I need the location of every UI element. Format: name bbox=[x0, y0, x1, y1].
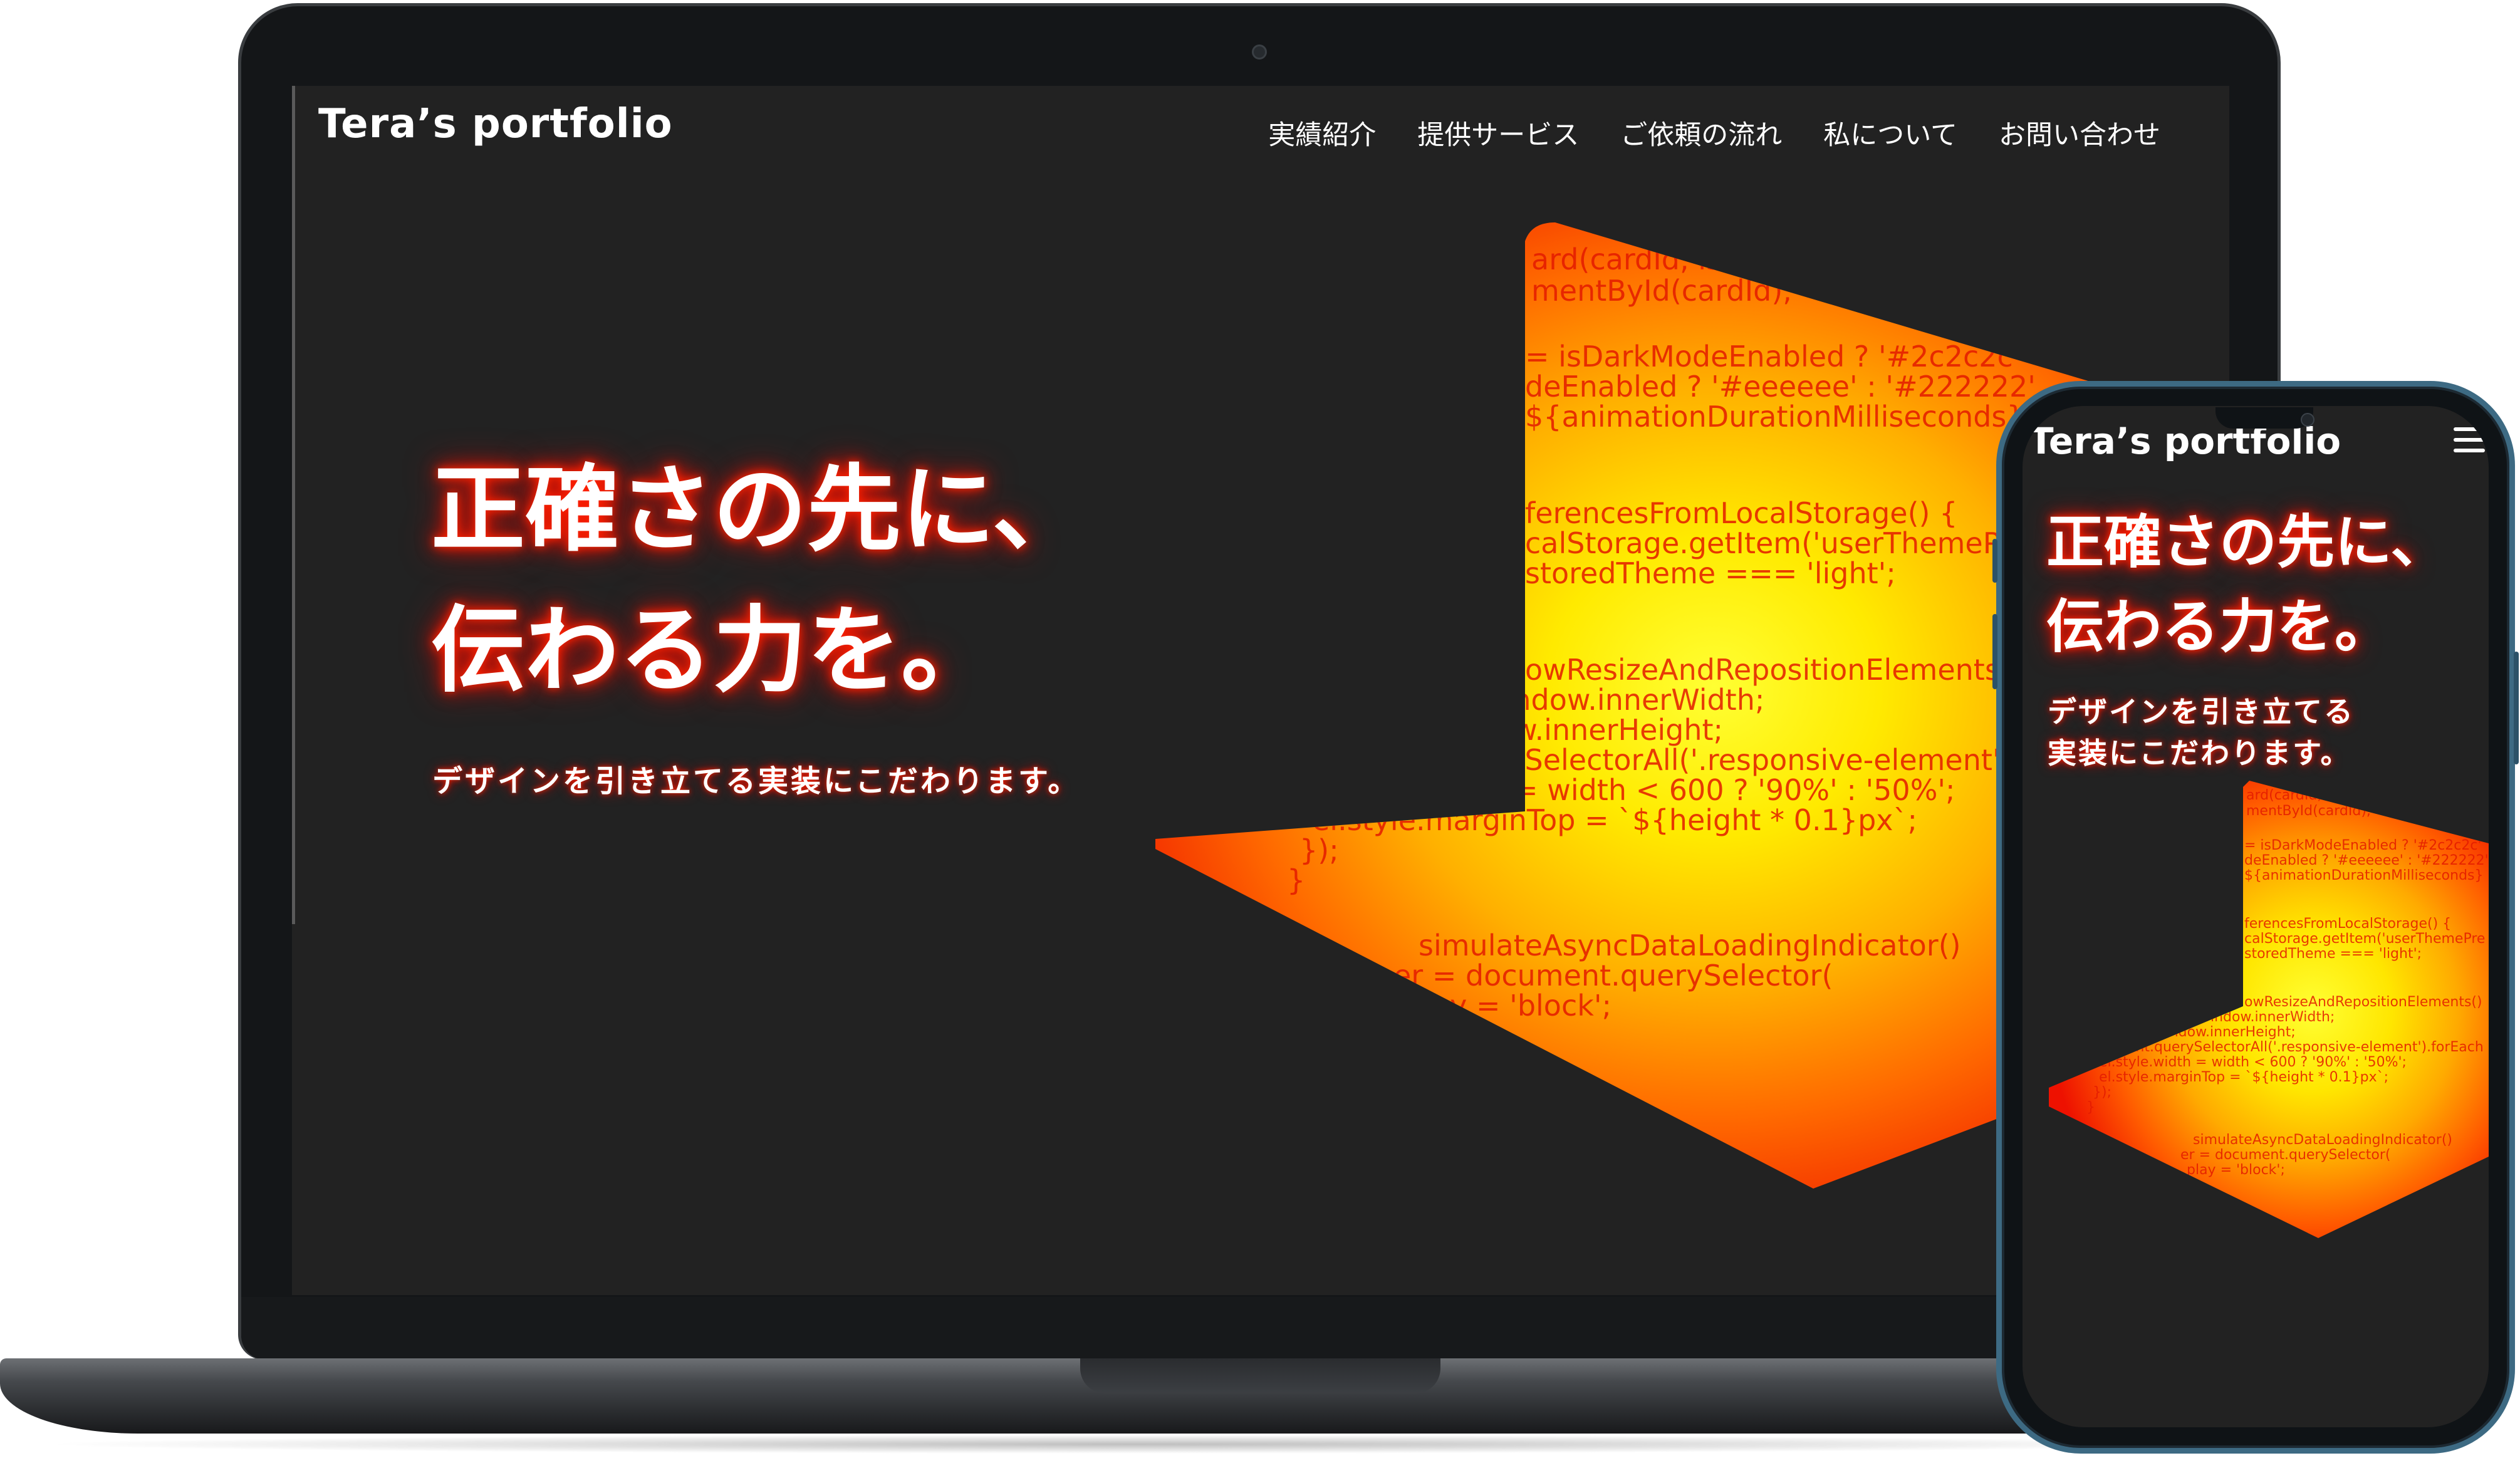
laptop-screen: Tera’s portfolio 実績紹介 提供サービス ご依頼の流れ 私につい… bbox=[292, 86, 2229, 1295]
phone-side-button bbox=[1992, 539, 1997, 583]
mobile-hero-subtitle: デザインを引き立てる 実装にこだわります。 bbox=[2048, 691, 2355, 774]
phone-power-button bbox=[2514, 652, 2519, 764]
nav-item-about[interactable]: 私について bbox=[1823, 113, 1957, 152]
code-line: = isDarkModeEnabled ? '#2c2c2c' bbox=[1525, 340, 2021, 373]
code-line: }); bbox=[2093, 1085, 2111, 1100]
mobile-hero-subtitle-line-1: デザインを引き立てる bbox=[2048, 695, 2355, 729]
phone-notch bbox=[2215, 407, 2313, 429]
laptop-camera bbox=[1252, 44, 1267, 60]
code-line: er = document.querySelector( bbox=[2180, 1147, 2390, 1163]
site-brand-logo[interactable]: Tera’s portfolio bbox=[318, 101, 673, 147]
nav-item-contact[interactable]: お問い合わせ bbox=[1999, 113, 2160, 152]
code-line: deEnabled ? '#eeeeee' : '#222222' bbox=[1525, 370, 2036, 403]
hero-headline-line-1: 正確さの先に、 bbox=[431, 455, 1086, 565]
code-line: storedTheme === 'light'; bbox=[2244, 946, 2422, 962]
nav-item-works[interactable]: 実績紹介 bbox=[1268, 113, 1376, 152]
code-line: = isDarkModeEnabled ? '#2c2c2c' bbox=[2244, 838, 2482, 853]
laptop-shadow bbox=[38, 1435, 2231, 1454]
code-line: ferencesFromLocalStorage() { bbox=[2244, 916, 2451, 932]
code-line: }); bbox=[1299, 833, 1339, 867]
screen-edge-line bbox=[292, 86, 295, 924]
code-line: storedTheme === 'light'; bbox=[1525, 556, 1896, 590]
code-line: el.style.marginTop = `${height * 0.1}px`… bbox=[2099, 1070, 2388, 1085]
code-line: mentById(cardId); bbox=[1531, 274, 1793, 308]
hero-subtitle: デザインを引き立てる実装にこだわります。 bbox=[432, 764, 1081, 799]
nav-item-services[interactable]: 提供サービス bbox=[1417, 113, 1579, 152]
hero-headline: 正確さの先に、 伝わる力を。 bbox=[431, 440, 1086, 722]
laptop-chin bbox=[241, 1297, 2278, 1360]
code-line: } bbox=[1287, 863, 1305, 897]
code-line: owResizeAndRepositionElements() bbox=[2244, 994, 2482, 1010]
code-line: } bbox=[2086, 1100, 2095, 1115]
code-line: ${animationDurationMilliseconds} bbox=[1525, 400, 2025, 434]
code-line: eight = window.innerHeight; bbox=[2099, 1024, 2296, 1040]
mobile-hero-headline: 正確さの先に、 伝わる力を。 bbox=[2046, 500, 2448, 669]
phone-screen: Tera’s portfolio ard(cardId, is mentById… bbox=[2023, 406, 2489, 1427]
code-line: play = 'block'; bbox=[1406, 989, 1611, 1023]
code-line: deEnabled ? '#eeeeee' : '#222222' bbox=[2244, 853, 2489, 868]
code-line: calStorage.getItem('userThemePre bbox=[2244, 931, 2485, 947]
mobile-hero-subtitle-line-2: 実装にこだわります。 bbox=[2048, 736, 2351, 770]
mobile-hero-headline-line-2: 伝わる力を。 bbox=[2046, 593, 2393, 660]
code-line: ard(cardId, is bbox=[2246, 788, 2337, 803]
code-line: window.innerWidth; bbox=[2199, 1009, 2335, 1025]
code-line: el.style.marginTop = `${height * 0.1}px`… bbox=[1312, 803, 1917, 837]
code-line: el.style.width = width < 600 ? '90%' : '… bbox=[1312, 773, 1955, 807]
code-line: ${animationDurationMilliseconds} bbox=[2244, 868, 2484, 883]
code-line: simulateAsyncDataLoadingIndicator() bbox=[2193, 1132, 2452, 1148]
code-line: el.style.width = width < 600 ? '90%' : '… bbox=[2099, 1054, 2407, 1070]
code-line: eight = window.innerHeight; bbox=[1312, 713, 1723, 747]
mobile-hero-headline-line-1: 正確さの先に、 bbox=[2046, 509, 2449, 576]
phone-camera bbox=[2301, 413, 2314, 427]
main-nav: 実績紹介 提供サービス ご依頼の流れ 私について お問い合わせ bbox=[1268, 113, 2160, 152]
laptop-notch bbox=[1080, 1358, 1440, 1393]
phone-side-button bbox=[1992, 614, 1997, 689]
hero-headline-line-2: 伝わる力を。 bbox=[431, 596, 996, 705]
code-line: er = document.querySelector( bbox=[1393, 959, 1833, 992]
code-line: window.innerWidth; bbox=[1481, 683, 1764, 717]
code-line: play = 'block'; bbox=[2187, 1162, 2285, 1178]
nav-item-flow[interactable]: ご依頼の流れ bbox=[1620, 113, 1782, 152]
mobile-hero-art-graphic: ard(cardId, is mentById(cardId); = isDar… bbox=[2049, 781, 2489, 1238]
code-line: document.querySelectorAll('.responsive-e… bbox=[2080, 1039, 2484, 1055]
code-line: simulateAsyncDataLoadingIndicator() bbox=[1419, 929, 1961, 962]
code-line: mentById(cardId); bbox=[2246, 803, 2371, 819]
code-line: ard(cardId, is bbox=[1531, 242, 1721, 276]
code-line: owResizeAndRepositionElements() bbox=[1525, 653, 2023, 687]
code-line: ferencesFromLocalStorage() { bbox=[1525, 496, 1957, 530]
code-line: calStorage.getItem('userThemePre bbox=[1525, 526, 2029, 560]
hamburger-menu-icon[interactable] bbox=[2454, 427, 2485, 452]
